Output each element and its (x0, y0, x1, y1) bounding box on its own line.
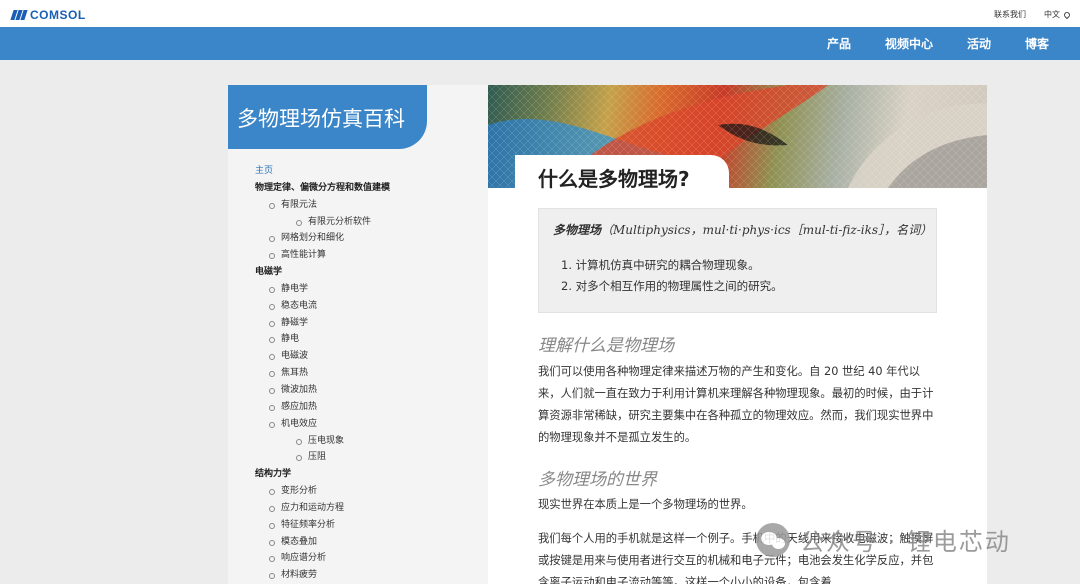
pronunciation: （Multiphysics，mul·ti·phys·ics［mul-ti-fiz… (601, 223, 933, 237)
sidebar-item[interactable]: 机电效应 (255, 416, 390, 433)
top-bar: COMSOL 联系我们 中文 (0, 0, 1080, 27)
sidebar-item[interactable]: 微波加热 (255, 382, 390, 399)
sidebar: 多物理场仿真百科 主页 物理定律、偏微分方程和数值建模 有限元法 有限元分析软件 网格划… (228, 85, 488, 584)
sidebar-item[interactable]: 电磁波 (255, 348, 390, 365)
sidebar-item[interactable]: 焦耳热 (255, 365, 390, 382)
sidebar-item[interactable]: 有限元分析软件 (255, 214, 390, 231)
section-paragraph: 我们可以使用各种物理定律来描述万物的产生和变化。自 20 世纪 40 年代以来，… (538, 365, 934, 444)
comsol-logo[interactable]: COMSOL (10, 8, 86, 22)
section-paragraph: 现实世界在本质上是一个多物理场的世界。 (538, 498, 753, 511)
sidebar-item[interactable]: 压电现象 (255, 433, 390, 450)
sidebar-item[interactable]: 网格划分和细化 (255, 230, 390, 247)
page-title: 什么是多物理场? (538, 167, 690, 191)
language-selector[interactable]: 中文 (1044, 9, 1060, 20)
sidebar-item[interactable]: 变形分析 (255, 483, 390, 500)
sidebar-item[interactable]: 应力和运动方程 (255, 500, 390, 517)
location-pin-icon[interactable] (1062, 10, 1072, 19)
nav-item-events[interactable]: 活动 (967, 35, 991, 52)
nav-item-blog[interactable]: 博客 (1025, 35, 1049, 52)
definition-item: 1. 计算机仿真中研究的耦合物理现象。 (561, 258, 760, 272)
sidebar-item[interactable]: 静电学 (255, 281, 390, 298)
sidebar-item[interactable]: 稳态电流 (255, 298, 390, 315)
definition-list: 1. 计算机仿真中研究的耦合物理现象。 2. 对多个相互作用的物理属性之间的研究… (561, 255, 783, 297)
sidebar-item[interactable]: 感应加热 (255, 399, 390, 416)
sidebar-item[interactable]: 模态叠加 (255, 534, 390, 551)
definition-item: 2. 对多个相互作用的物理属性之间的研究。 (561, 279, 783, 293)
section-heading-world: 多物理场的世界 (538, 470, 657, 490)
contact-link[interactable]: 联系我们 (994, 9, 1026, 20)
watermark-text: 公众号 · 锂电芯动 (800, 528, 1011, 556)
article: 什么是多物理场? 多物理场（Multiphysics，mul·ti·phys·i… (488, 85, 987, 584)
sidebar-item[interactable]: 电磁学 (255, 264, 390, 281)
nav-item-products[interactable]: 产品 (827, 35, 851, 52)
sidebar-item[interactable]: 材料疲劳 (255, 567, 390, 584)
sidebar-item[interactable]: 特征频率分析 (255, 517, 390, 534)
sidebar-item[interactable]: 静电 (255, 331, 390, 348)
sidebar-item[interactable]: 压阻 (255, 449, 390, 466)
sidebar-item[interactable]: 响应谱分析 (255, 550, 390, 567)
sidebar-item[interactable]: 静磁学 (255, 315, 390, 332)
sidebar-item[interactable]: 物理定律、偏微分方程和数值建模 (255, 180, 390, 197)
sidebar-item[interactable]: 主页 (255, 163, 390, 180)
table-of-contents: 主页 物理定律、偏微分方程和数值建模 有限元法 有限元分析软件 网格划分和细化 高性能计算… (255, 163, 390, 584)
comsol-logo-icon (10, 10, 28, 20)
definition-box: 多物理场（Multiphysics，mul·ti·phys·ics［mul-ti… (538, 208, 937, 313)
sidebar-item[interactable]: 有限元法 (255, 197, 390, 214)
sidebar-title: 多物理场仿真百科 (228, 85, 427, 149)
definition-term: 多物理场（Multiphysics，mul·ti·phys·ics［mul-ti… (553, 221, 932, 238)
main-nav: 产品 视频中心 活动 博客 (0, 27, 1080, 60)
sidebar-item[interactable]: 高性能计算 (255, 247, 390, 264)
wechat-icon (756, 522, 790, 557)
term: 多物理场 (553, 223, 602, 237)
watermark: 公众号 · 锂电芯动 (756, 522, 1011, 557)
top-links: 联系我们 中文 (976, 9, 1072, 20)
sidebar-item[interactable]: 结构力学 (255, 466, 390, 483)
logo-text: COMSOL (30, 8, 86, 22)
section-heading-understanding: 理解什么是物理场 (538, 336, 674, 356)
nav-item-videos[interactable]: 视频中心 (885, 35, 933, 52)
